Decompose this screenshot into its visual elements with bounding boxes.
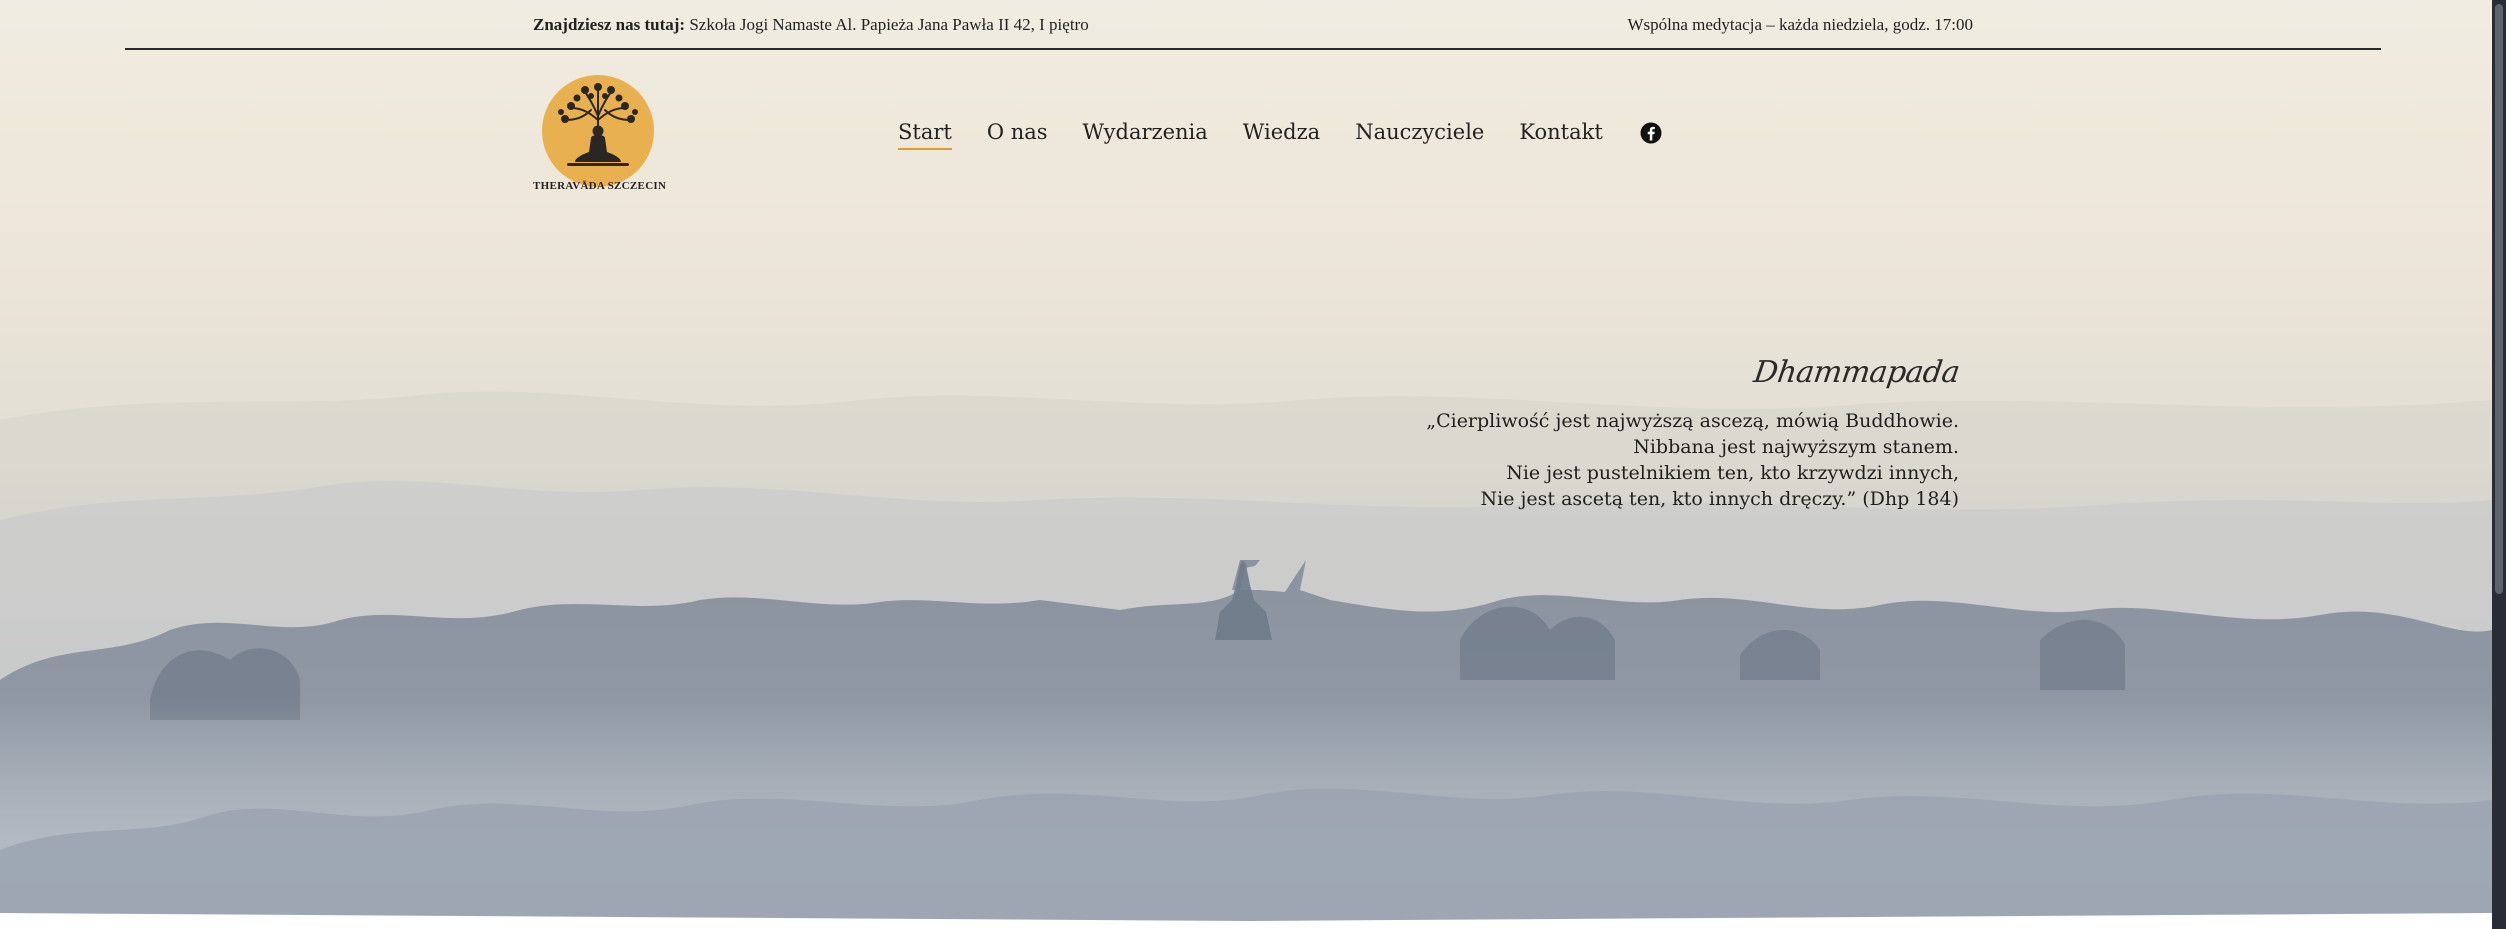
page: Znajdziesz nas tutaj: Szkoła Jogi Namast…: [0, 0, 2506, 929]
nav-item-kontakt[interactable]: Kontakt: [1519, 120, 1602, 150]
quote-line: Nie jest pustelnikiem ten, kto krzywdzi …: [1506, 462, 1959, 484]
quote-line: „Cierpliwość jest najwyższą ascezą, mówi…: [1426, 410, 1959, 432]
nav-item-nauczyciele[interactable]: Nauczyciele: [1355, 120, 1484, 150]
location-label: Znajdziesz nas tutaj:: [533, 15, 686, 34]
nav-item-wydarzenia[interactable]: Wydarzenia: [1083, 120, 1208, 150]
logo-caption: THERAVĀDA SZCZECIN: [533, 180, 667, 192]
buddha-tree-logo-icon: [541, 74, 655, 188]
location-value: Szkoła Jogi Namaste Al. Papieża Jana Paw…: [689, 15, 1089, 34]
hero-section: Znajdziesz nas tutaj: Szkoła Jogi Namast…: [0, 0, 2492, 929]
nav-item-wiedza[interactable]: Wiedza: [1243, 120, 1320, 150]
quote-title: Dhammapada: [1751, 355, 1962, 390]
quote-line: Nibbana jest najwyższym stanem.: [1633, 436, 1959, 458]
page-scrollbar[interactable]: [2492, 0, 2506, 929]
main-nav: Start O nas Wydarzenia Wiedza Nauczyciel…: [898, 120, 1662, 150]
quote-line: Nie jest ascetą ten, kto innych dręczy.”…: [1480, 488, 1959, 510]
meditation-note: Wspólna medytacja – każda niedziela, god…: [1627, 15, 1973, 34]
facebook-icon[interactable]: [1640, 122, 1662, 144]
location-text: Znajdziesz nas tutaj: Szkoła Jogi Namast…: [533, 15, 1089, 35]
quote-block: Dhammapada „Cierpliwość jest najwyższą a…: [1259, 355, 1962, 512]
site-logo[interactable]: THERAVĀDA SZCZECIN: [533, 74, 667, 198]
scrollbar-thumb[interactable]: [2495, 4, 2503, 594]
nav-item-start[interactable]: Start: [898, 120, 952, 150]
top-info-bar: Znajdziesz nas tutaj: Szkoła Jogi Namast…: [125, 0, 2381, 50]
nav-item-o-nas[interactable]: O nas: [987, 120, 1048, 150]
